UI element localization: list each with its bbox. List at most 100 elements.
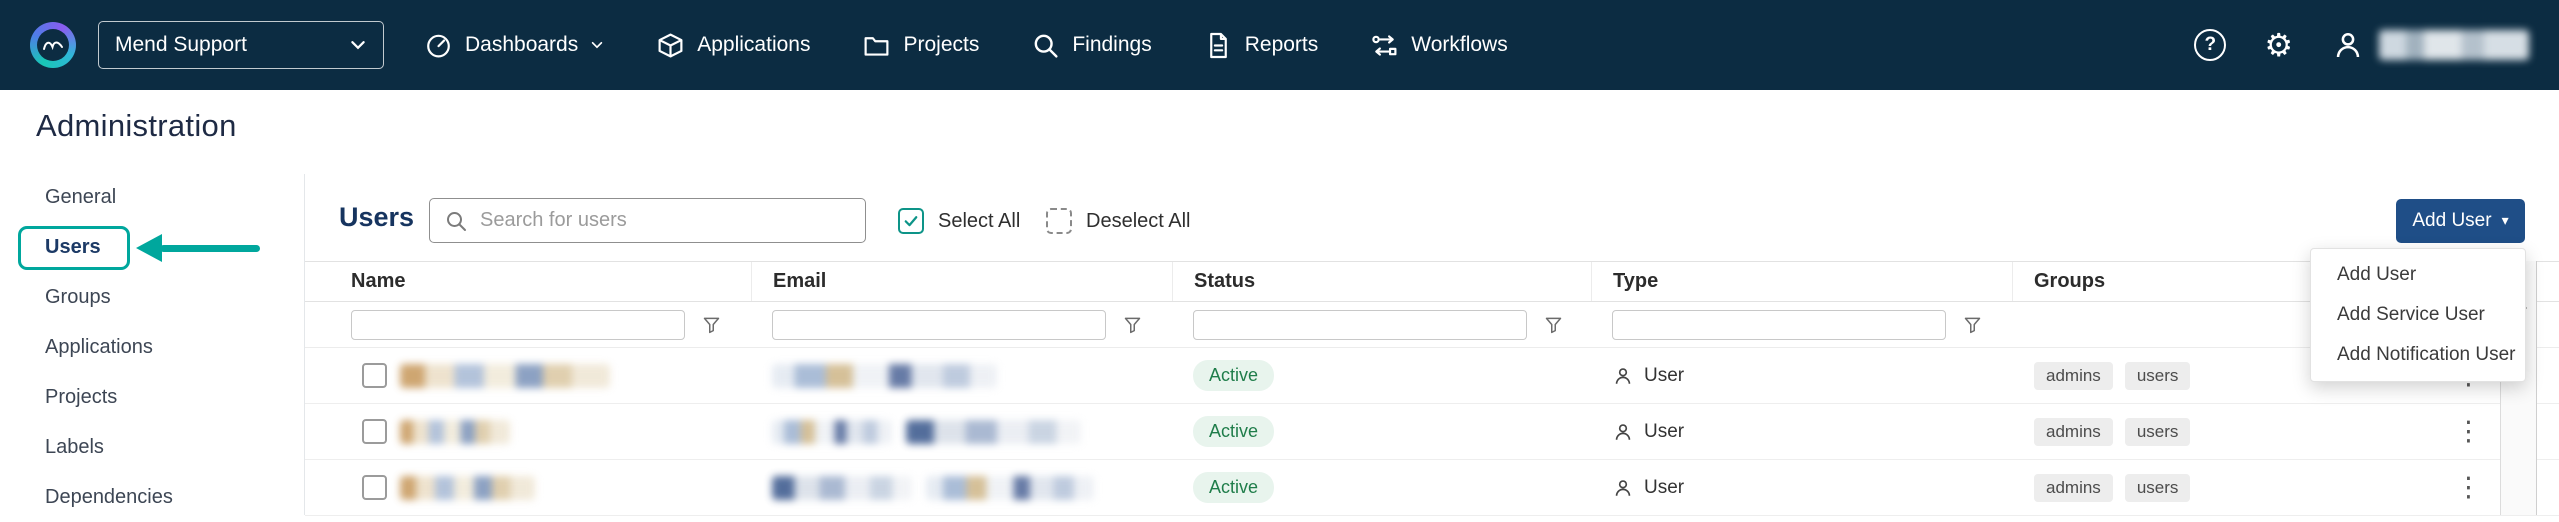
- users-panel: Users Select All Deselect All Add User ▾…: [305, 168, 2559, 515]
- row-checkbox[interactable]: [362, 363, 387, 388]
- type-label: User: [1644, 365, 1684, 387]
- redacted-email: [772, 476, 912, 500]
- status-badge: Active: [1193, 472, 1274, 503]
- table-row[interactable]: Active User admins users ⋮: [305, 460, 2559, 516]
- sidebar-item-applications[interactable]: Applications: [0, 322, 304, 372]
- gear-icon[interactable]: ⚙: [2264, 29, 2293, 61]
- nav-item-reports[interactable]: Reports: [1204, 31, 1319, 60]
- email-cell: [751, 404, 1172, 459]
- deselect-all-control[interactable]: Deselect All: [1046, 208, 1191, 234]
- redacted-email: [906, 420, 1081, 444]
- select-all-control[interactable]: Select All: [898, 208, 1020, 234]
- group-pill: users: [2125, 362, 2191, 390]
- actions-cell: ⋮: [2432, 404, 2505, 459]
- select-all-label: Select All: [938, 210, 1020, 233]
- name-cell: [305, 404, 751, 459]
- nav-item-workflows[interactable]: Workflows: [1370, 31, 1507, 60]
- menu-item-add-service-user[interactable]: Add Service User: [2311, 295, 2525, 335]
- filter-funnel-icon[interactable]: [701, 314, 722, 335]
- type-filter-input[interactable]: [1612, 310, 1946, 340]
- status-cell: Active: [1172, 404, 1591, 459]
- topbar-utilities: ? ⚙: [2194, 28, 2529, 62]
- redacted-name: [400, 476, 535, 500]
- user-menu[interactable]: [2331, 28, 2529, 62]
- filter-funnel-icon[interactable]: [1122, 314, 1143, 335]
- nav-item-findings[interactable]: Findings: [1031, 31, 1151, 60]
- nav-label: Projects: [903, 33, 979, 57]
- menu-item-add-notification-user[interactable]: Add Notification User: [2311, 335, 2525, 375]
- redacted-email: [772, 420, 892, 444]
- status-badge: Active: [1193, 360, 1274, 391]
- page-title: Administration: [36, 108, 237, 144]
- status-badge: Active: [1193, 416, 1274, 447]
- sidebar-item-general[interactable]: General: [0, 172, 304, 222]
- workflows-icon: [1370, 31, 1399, 60]
- user-icon: [1612, 421, 1634, 443]
- group-pill: admins: [2034, 362, 2113, 390]
- group-pill: users: [2125, 474, 2191, 502]
- organization-selector[interactable]: Mend Support: [98, 21, 384, 69]
- filter-funnel-icon[interactable]: [1543, 314, 1564, 335]
- nav-label: Findings: [1072, 33, 1151, 57]
- help-glyph: ?: [2205, 34, 2217, 56]
- sidebar-item-labels[interactable]: Labels: [0, 422, 304, 472]
- sidebar-item-groups[interactable]: Groups: [0, 272, 304, 322]
- column-header-email[interactable]: Email: [751, 262, 1172, 301]
- organization-selector-value: Mend Support: [115, 33, 247, 57]
- filter-funnel-icon[interactable]: [1962, 314, 1983, 335]
- add-user-button[interactable]: Add User ▾: [2396, 199, 2525, 243]
- table-row[interactable]: Active User admins users ⋮: [305, 348, 2559, 404]
- search-input[interactable]: [480, 209, 851, 232]
- email-cell: [751, 348, 1172, 403]
- name-filter-input[interactable]: [351, 310, 685, 340]
- nav-label: Workflows: [1411, 33, 1507, 57]
- help-icon[interactable]: ?: [2194, 29, 2226, 61]
- row-checkbox[interactable]: [362, 475, 387, 500]
- name-cell: [305, 460, 751, 515]
- row-menu-button[interactable]: ⋮: [2455, 474, 2482, 501]
- panel-heading: Users: [339, 202, 414, 233]
- type-cell: User: [1591, 348, 2012, 403]
- row-menu-button[interactable]: ⋮: [2455, 418, 2482, 445]
- actions-cell: ⋮: [2432, 460, 2505, 515]
- redacted-name: [400, 364, 610, 388]
- row-checkbox[interactable]: [362, 419, 387, 444]
- nav-item-applications[interactable]: Applications: [656, 31, 810, 60]
- redacted-email: [926, 476, 1094, 500]
- add-user-dropdown-menu: Add User Add Service User Add Notificati…: [2310, 248, 2526, 382]
- caret-down-icon: ▾: [2502, 213, 2509, 229]
- email-filter-input[interactable]: [772, 310, 1106, 340]
- projects-icon: [862, 31, 891, 60]
- redacted-username: [2379, 30, 2529, 60]
- groups-cell: admins users: [2012, 460, 2432, 515]
- status-filter-input[interactable]: [1193, 310, 1527, 340]
- column-header-status[interactable]: Status: [1172, 262, 1591, 301]
- status-filter-cell: [1172, 302, 1591, 347]
- user-search: [429, 198, 866, 243]
- column-header-name[interactable]: Name: [305, 262, 751, 301]
- dashed-checkbox-icon: [1046, 208, 1072, 234]
- nav-item-projects[interactable]: Projects: [862, 31, 979, 60]
- mend-logo-mark: [37, 29, 69, 61]
- nav-label: Applications: [697, 33, 810, 57]
- page-header: Administration: [0, 90, 2559, 168]
- deselect-all-label: Deselect All: [1086, 210, 1191, 233]
- user-icon: [1612, 477, 1634, 499]
- group-pill: admins: [2034, 418, 2113, 446]
- mend-logo[interactable]: [30, 22, 76, 68]
- status-cell: Active: [1172, 460, 1591, 515]
- column-header-type[interactable]: Type: [1591, 262, 2012, 301]
- groups-cell: admins users: [2012, 404, 2432, 459]
- name-cell: [305, 348, 751, 403]
- add-user-button-label: Add User: [2412, 210, 2491, 232]
- table-row[interactable]: Active User admins users ⋮: [305, 404, 2559, 460]
- type-cell: User: [1591, 460, 2012, 515]
- nav-item-dashboards[interactable]: Dashboards: [424, 31, 604, 60]
- sidebar-item-users[interactable]: Users: [0, 222, 304, 272]
- type-label: User: [1644, 477, 1684, 499]
- redacted-email: [772, 364, 997, 388]
- menu-item-add-user[interactable]: Add User: [2311, 255, 2525, 295]
- chevron-down-icon: [349, 36, 367, 54]
- sidebar-item-projects[interactable]: Projects: [0, 372, 304, 422]
- email-cell: [751, 460, 1172, 515]
